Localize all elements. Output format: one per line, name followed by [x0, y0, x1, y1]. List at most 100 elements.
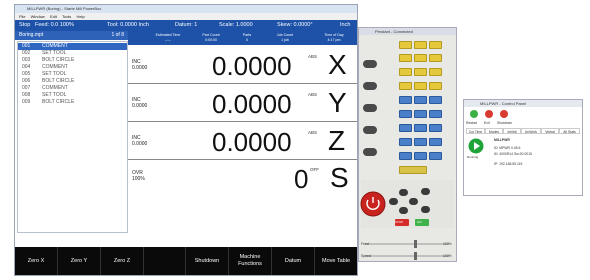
- blank-key[interactable]: [143, 247, 185, 275]
- pendant-key[interactable]: [399, 54, 412, 62]
- pendant-key[interactable]: [429, 68, 442, 76]
- control-panel-title: MILLPWR - Control Panel: [480, 101, 527, 106]
- pendant-key[interactable]: [399, 82, 412, 90]
- tab-verbal[interactable]: Verbal: [541, 128, 559, 134]
- pendant-key[interactable]: [429, 124, 442, 132]
- control-panel-title-bar: MILLPWR - Control Panel: [464, 100, 582, 107]
- feed-status: Feed: 0.0 100%: [35, 22, 74, 28]
- z-axis-letter: Z: [328, 125, 346, 156]
- pendant-title-bar: Pendant - Connected: [359, 28, 456, 35]
- stop-label: STOP: [395, 220, 404, 224]
- running-play-icon[interactable]: [468, 138, 484, 154]
- tab-all-stats[interactable]: All Stats: [559, 128, 580, 134]
- pendant-key[interactable]: [399, 96, 412, 104]
- ovr-value: 100%: [132, 176, 145, 182]
- pendant-key[interactable]: [429, 82, 442, 90]
- pendant-key[interactable]: [414, 41, 427, 49]
- shutdown-button[interactable]: Shutdown: [185, 247, 228, 275]
- spindle-value: 0: [294, 164, 309, 194]
- speed-value: 100%: [443, 254, 452, 258]
- tab-modes[interactable]: Modes: [485, 128, 503, 134]
- program-row[interactable]: 004 COMMENT: [18, 64, 127, 71]
- zero-x-button[interactable]: Zero X: [15, 247, 57, 275]
- datum-button[interactable]: Datum: [271, 247, 314, 275]
- pendant-key[interactable]: [429, 152, 442, 160]
- pendant-key[interactable]: [414, 82, 427, 90]
- menu-edit[interactable]: Edit: [50, 14, 57, 19]
- axis-z-row[interactable]: INC 0.0000 0.0000 ABS Z: [128, 122, 357, 160]
- spindle-row[interactable]: OVR 100% 0 OFF S: [128, 160, 357, 198]
- program-row[interactable]: 008 SET TOOL: [18, 92, 127, 99]
- axis-y-row[interactable]: INC 0.0000 0.0000 ABS Y: [128, 84, 357, 122]
- pendant-key[interactable]: [429, 138, 442, 146]
- pendant-soft-key[interactable]: [363, 104, 377, 112]
- move-table-button[interactable]: Move Table: [314, 247, 357, 275]
- title-bar: MILLPWR (Boring) - Starte Mill PowerBox: [15, 5, 357, 13]
- pendant-title: Pendant - Connected: [375, 29, 413, 34]
- pendant-jog-area: [360, 180, 454, 260]
- pendant-key[interactable]: [414, 152, 427, 160]
- pendant-key[interactable]: [414, 96, 427, 104]
- tab-inhibit[interactable]: Inhibit: [503, 128, 521, 134]
- dro-header: Estimated Time --:-- Part Count 0:00:00 Pa…: [128, 31, 357, 45]
- tab-unwork[interactable]: UnWork: [521, 128, 541, 134]
- run-state: Stop: [19, 22, 31, 28]
- tray-area: [252, 275, 358, 276]
- pendant-key[interactable]: [414, 124, 427, 132]
- shutdown-icon[interactable]: [500, 110, 508, 118]
- pendant-key[interactable]: [399, 124, 412, 132]
- pendant-key[interactable]: [429, 96, 442, 104]
- menu-file[interactable]: File: [19, 14, 25, 19]
- pendant-key[interactable]: [399, 138, 412, 146]
- pendant-key[interactable]: [399, 110, 412, 118]
- menu-window[interactable]: Window: [31, 14, 45, 19]
- function-key-bar: Zero X Zero Y Zero Z Shutdown Machine Fu…: [15, 247, 357, 275]
- pendant-key[interactable]: [399, 41, 412, 49]
- emergency-stop-icon[interactable]: [360, 191, 386, 217]
- zero-y-button[interactable]: Zero Y: [57, 247, 100, 275]
- pendant-key[interactable]: [399, 68, 412, 76]
- pendant-key[interactable]: [414, 110, 427, 118]
- feed-value: 100%: [443, 242, 452, 246]
- pendant-key[interactable]: [399, 152, 412, 160]
- control-panel-window: MILLPWR - Control Panel Restart Exit Shu…: [463, 99, 583, 196]
- tab-cut-time[interactable]: Cut Time: [466, 128, 485, 134]
- program-row[interactable]: 003 BOLT CIRCLE: [18, 57, 127, 64]
- restart-icon[interactable]: [470, 110, 478, 118]
- axis-x-row[interactable]: INC 0.0000 0.0000 ABS X: [128, 46, 357, 84]
- off-label: OFF: [310, 167, 319, 172]
- program-row[interactable]: 001 COMMENT: [18, 43, 127, 50]
- running-label: Running: [467, 155, 479, 159]
- inc-value: 0.0000: [132, 141, 148, 147]
- pendant-soft-key[interactable]: [363, 148, 377, 156]
- pendant-key[interactable]: [429, 110, 442, 118]
- menu-tools[interactable]: Tools: [62, 14, 71, 19]
- menu-help[interactable]: Help: [76, 14, 84, 19]
- pendant-key[interactable]: [414, 138, 427, 146]
- program-row[interactable]: 007 COMMENT: [18, 85, 127, 92]
- window-title: MILLPWR (Boring) - Starte Mill PowerBox: [27, 6, 102, 11]
- shutdown-label[interactable]: Shutdown: [497, 121, 512, 125]
- z-position-value: 0.0000: [212, 127, 292, 157]
- pendant-soft-key[interactable]: [363, 126, 377, 134]
- time-of-day: Time of Day 4:17 pm: [324, 33, 344, 42]
- pendant-key[interactable]: [429, 54, 442, 62]
- pendant-soft-key[interactable]: [363, 82, 377, 90]
- s-axis-letter: S: [330, 162, 349, 193]
- device-line: ID: MPWR 0.45.6: [494, 146, 521, 150]
- program-row[interactable]: 002 SET TOOL: [18, 50, 127, 57]
- program-row[interactable]: 005 SET TOOL: [18, 71, 127, 78]
- machine-functions-button[interactable]: Machine Functions: [228, 247, 271, 275]
- exit-label[interactable]: Exit: [484, 121, 490, 125]
- pendant-soft-key[interactable]: [363, 60, 377, 68]
- pendant-key[interactable]: [414, 54, 427, 62]
- exit-icon[interactable]: [485, 110, 493, 118]
- pendant-key[interactable]: [429, 41, 442, 49]
- restart-label[interactable]: Restart: [466, 121, 477, 125]
- program-row[interactable]: 006 BOLT CIRCLE: [18, 78, 127, 85]
- program-list[interactable]: 001 COMMENT 002 SET TOOL 003 BOLT CIRCLE 00…: [17, 41, 128, 233]
- pendant-key[interactable]: [414, 68, 427, 76]
- pendant-key[interactable]: [399, 166, 427, 174]
- zero-z-button[interactable]: Zero Z: [100, 247, 143, 275]
- program-row[interactable]: 009 BOLT CIRCLE: [18, 99, 127, 106]
